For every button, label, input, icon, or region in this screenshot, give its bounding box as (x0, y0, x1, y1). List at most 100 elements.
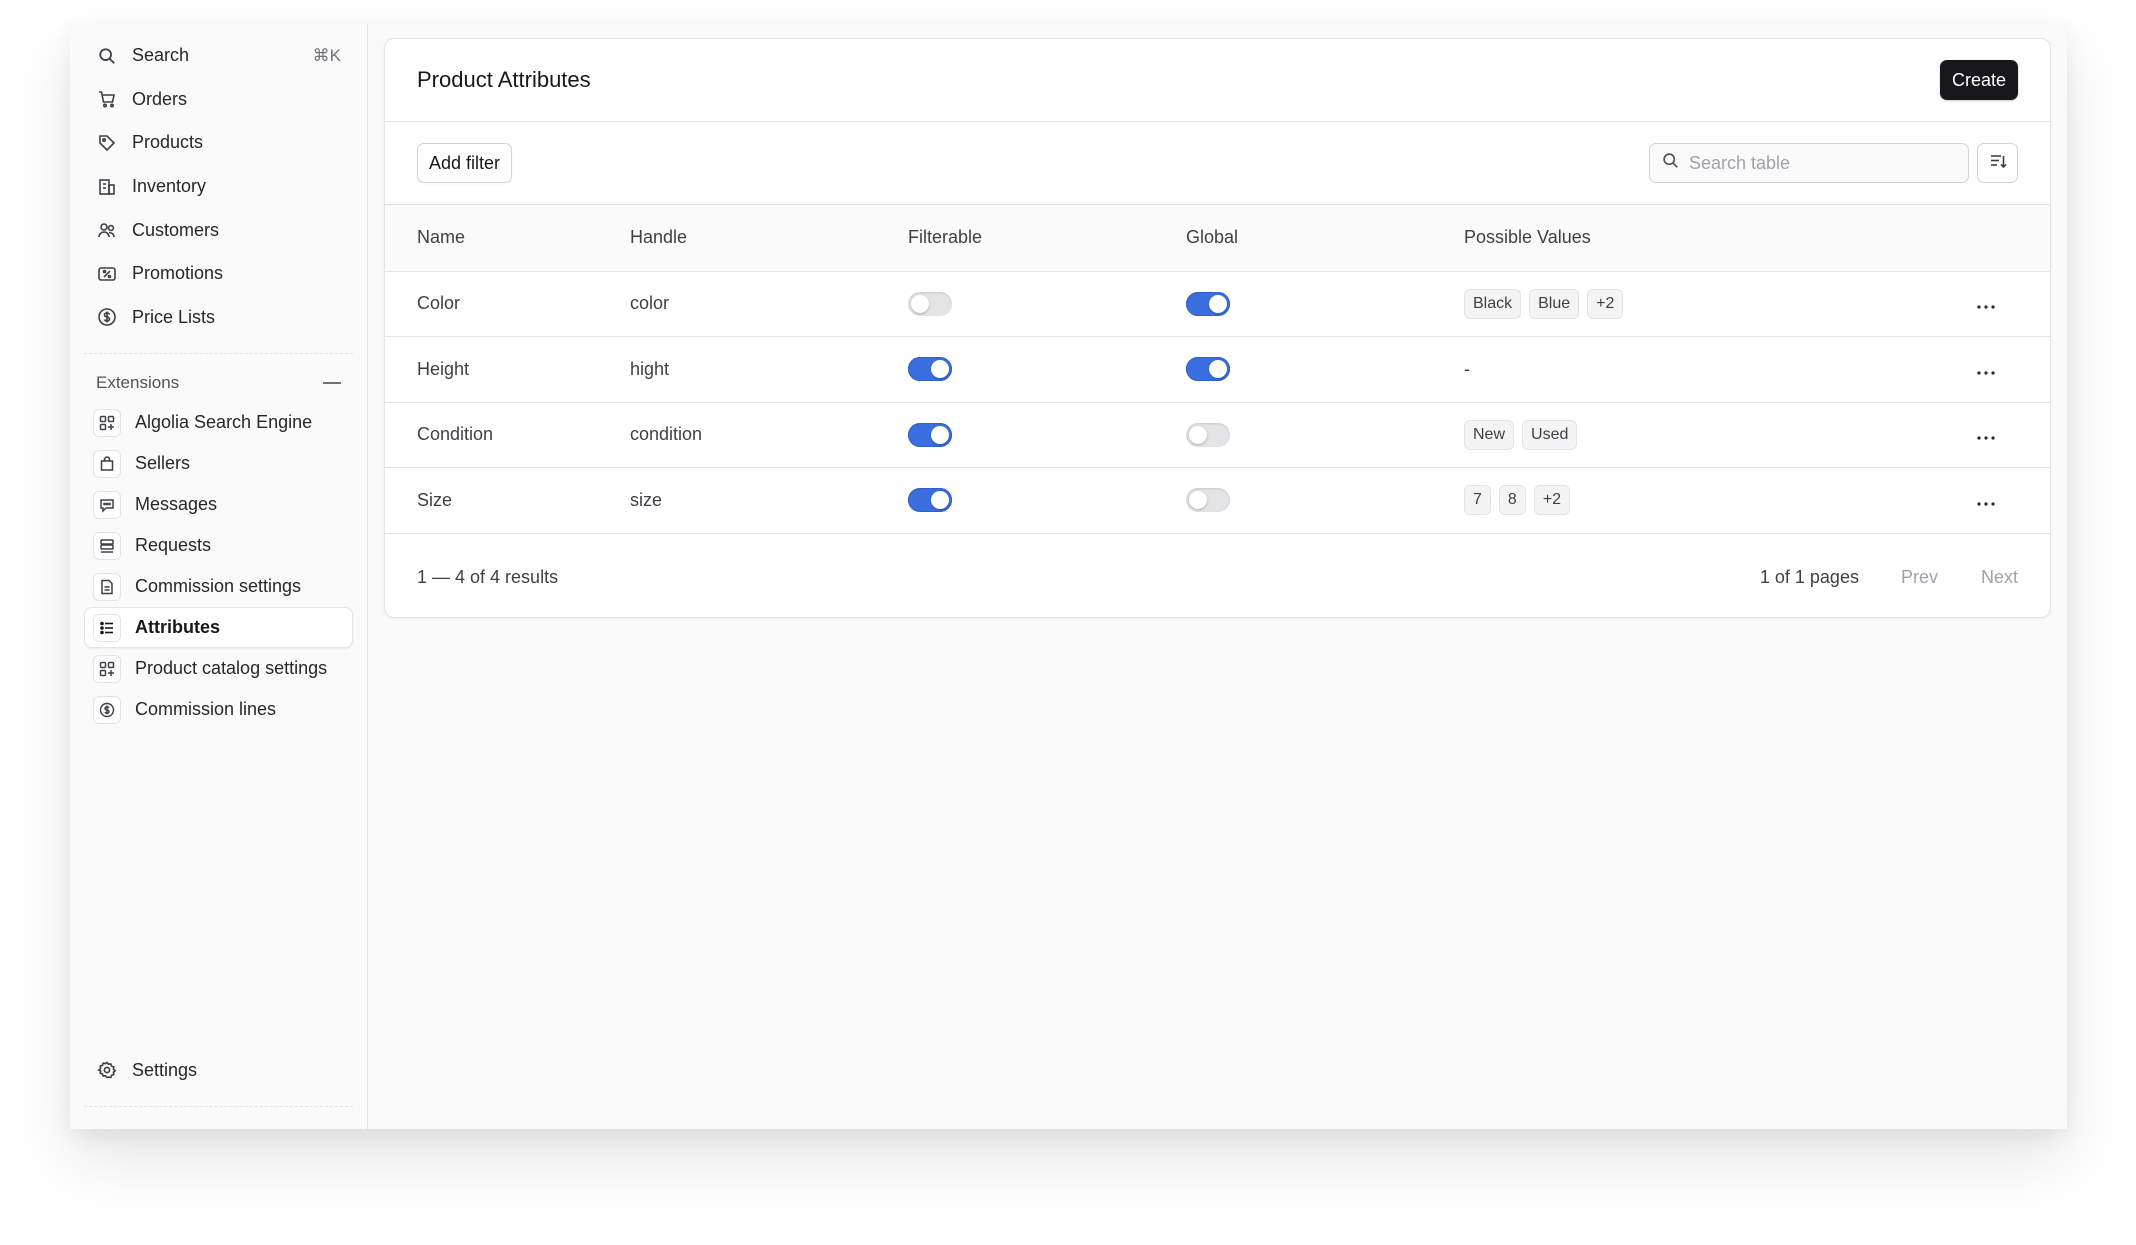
cell-possible-values: 7 8 +2 (1464, 468, 1970, 534)
search-icon (1662, 152, 1679, 174)
next-page-button[interactable]: Next (1981, 567, 2018, 588)
value-chip: 8 (1498, 485, 1526, 516)
sidebar-item-products[interactable]: Products (84, 121, 353, 165)
prev-page-button[interactable]: Prev (1901, 567, 1938, 588)
sidebar-item-label: Settings (132, 1059, 198, 1080)
sidebar-item-label: Attributes (135, 617, 220, 638)
cell-name: Condition (417, 424, 494, 445)
sidebar-item-label: Sellers (135, 453, 191, 474)
cell-handle: size (630, 489, 663, 510)
sidebar-item-commission-lines[interactable]: Commission lines (84, 689, 353, 730)
global-toggle[interactable] (1186, 422, 1230, 447)
sidebar-divider (84, 1106, 353, 1107)
cell-global (1186, 337, 1464, 403)
global-toggle[interactable] (1186, 291, 1230, 316)
attributes-table: Name Handle Filterable Global Possible V… (385, 205, 2050, 534)
gear-icon (96, 1059, 118, 1081)
add-filter-button[interactable]: Add filter (417, 143, 513, 183)
table-row[interactable]: Size size 7 8 +2 (385, 467, 2050, 534)
more-values-chip: +2 (1533, 485, 1571, 516)
table-toolbar: Add filter (385, 122, 2050, 205)
sidebar-item-product-catalog-settings[interactable]: Product catalog settings (84, 648, 353, 689)
sidebar-item-label: Commission settings (135, 576, 302, 597)
buildings-icon (96, 176, 118, 198)
sidebar-item-inventory[interactable]: Inventory (84, 165, 353, 209)
cell-handle: color (630, 293, 670, 314)
sidebar-item-settings[interactable]: Settings (84, 1048, 353, 1092)
cell-possible-values: New Used (1464, 402, 1970, 468)
search-table-box[interactable] (1649, 143, 1969, 183)
cell-actions (1970, 402, 2050, 468)
sidebar-item-orders[interactable]: Orders (84, 78, 353, 122)
filterable-toggle[interactable] (908, 488, 952, 513)
search-table-input[interactable] (1689, 152, 1949, 174)
sidebar-item-label: Price Lists (132, 306, 216, 327)
row-actions-button[interactable] (1970, 484, 2002, 516)
sidebar-item-promotions[interactable]: Promotions (84, 252, 353, 296)
cell-actions (1970, 337, 2050, 403)
row-actions-button[interactable] (1970, 353, 2002, 385)
squares-plus-icon (93, 408, 121, 437)
cell-global (1186, 402, 1464, 468)
row-actions-button[interactable] (1970, 288, 2002, 320)
results-count: 1 — 4 of 4 results (417, 567, 559, 587)
filterable-toggle[interactable] (908, 291, 952, 316)
search-icon (96, 45, 118, 67)
cell-global (1186, 271, 1464, 337)
sidebar-item-messages[interactable]: Messages (84, 484, 353, 525)
sort-icon (1989, 152, 2007, 175)
sidebar-item-label: Orders (132, 88, 188, 109)
app-window: Search ⌘K Orders Products Inventory Cust… (70, 24, 2067, 1129)
sidebar-item-price-lists[interactable]: Price Lists (84, 296, 353, 340)
list-bullet-icon (93, 613, 121, 642)
sidebar-item-attributes[interactable]: Attributes (84, 607, 353, 649)
column-header-filterable[interactable]: Filterable (908, 205, 1186, 271)
ellipsis-icon (1977, 424, 1995, 445)
shopping-bag-icon (93, 449, 121, 478)
sidebar-item-customers[interactable]: Customers (84, 208, 353, 252)
cell-actions (1970, 271, 2050, 337)
extensions-header[interactable]: Extensions (84, 364, 353, 402)
sidebar-item-label: Product catalog settings (135, 658, 328, 679)
sidebar-item-algolia-search-engine[interactable]: Algolia Search Engine (84, 402, 353, 443)
column-header-global[interactable]: Global (1186, 205, 1464, 271)
sidebar-item-commission-settings[interactable]: Commission settings (84, 566, 353, 607)
cell-name: Color (417, 293, 461, 314)
value-chip: Black (1464, 288, 1522, 319)
column-header-handle[interactable]: Handle (630, 205, 908, 271)
cell-name: Size (417, 489, 453, 510)
table-row[interactable]: Color color Black Blue +2 (385, 271, 2050, 337)
sidebar-search[interactable]: Search ⌘K (84, 34, 353, 78)
table-row[interactable]: Condition condition New Used (385, 402, 2050, 468)
global-toggle[interactable] (1186, 357, 1230, 382)
sidebar-item-label: Products (132, 132, 204, 153)
create-button[interactable]: Create (1939, 60, 2018, 100)
global-toggle[interactable] (1186, 488, 1230, 513)
column-header-possible-values[interactable]: Possible Values (1464, 205, 1970, 271)
table-row[interactable]: Height hight - (385, 336, 2050, 403)
chat-bubble-icon (93, 490, 121, 519)
filterable-toggle[interactable] (908, 422, 952, 447)
collapse-icon[interactable] (323, 382, 341, 385)
sidebar-item-requests[interactable]: Requests (84, 525, 353, 566)
pagination: 1 — 4 of 4 results 1 of 1 pages Prev Nex… (385, 534, 2050, 618)
sidebar-item-sellers[interactable]: Sellers (84, 443, 353, 484)
card-header: Product Attributes Create (385, 39, 2050, 122)
sidebar: Search ⌘K Orders Products Inventory Cust… (70, 24, 368, 1129)
column-header-name[interactable]: Name (385, 205, 630, 271)
receipt-percent-icon (96, 263, 118, 285)
sort-button[interactable] (1977, 143, 2018, 183)
row-actions-button[interactable] (1970, 419, 2002, 451)
sidebar-search-label: Search (132, 45, 190, 66)
cell-handle: condition (630, 424, 703, 445)
server-stack-icon (93, 531, 121, 560)
sidebar-item-label: Customers (132, 219, 220, 240)
sidebar-divider (84, 353, 353, 355)
attributes-card: Product Attributes Create Add filter Sea… (384, 38, 2051, 618)
value-chip: Blue (1529, 288, 1580, 319)
sidebar-item-label: Algolia Search Engine (135, 412, 313, 433)
cell-filterable (908, 402, 1186, 468)
filterable-toggle[interactable] (908, 357, 952, 382)
cell-possible-values: - (1464, 358, 1470, 379)
sidebar-bottom: Settings (84, 1048, 353, 1107)
